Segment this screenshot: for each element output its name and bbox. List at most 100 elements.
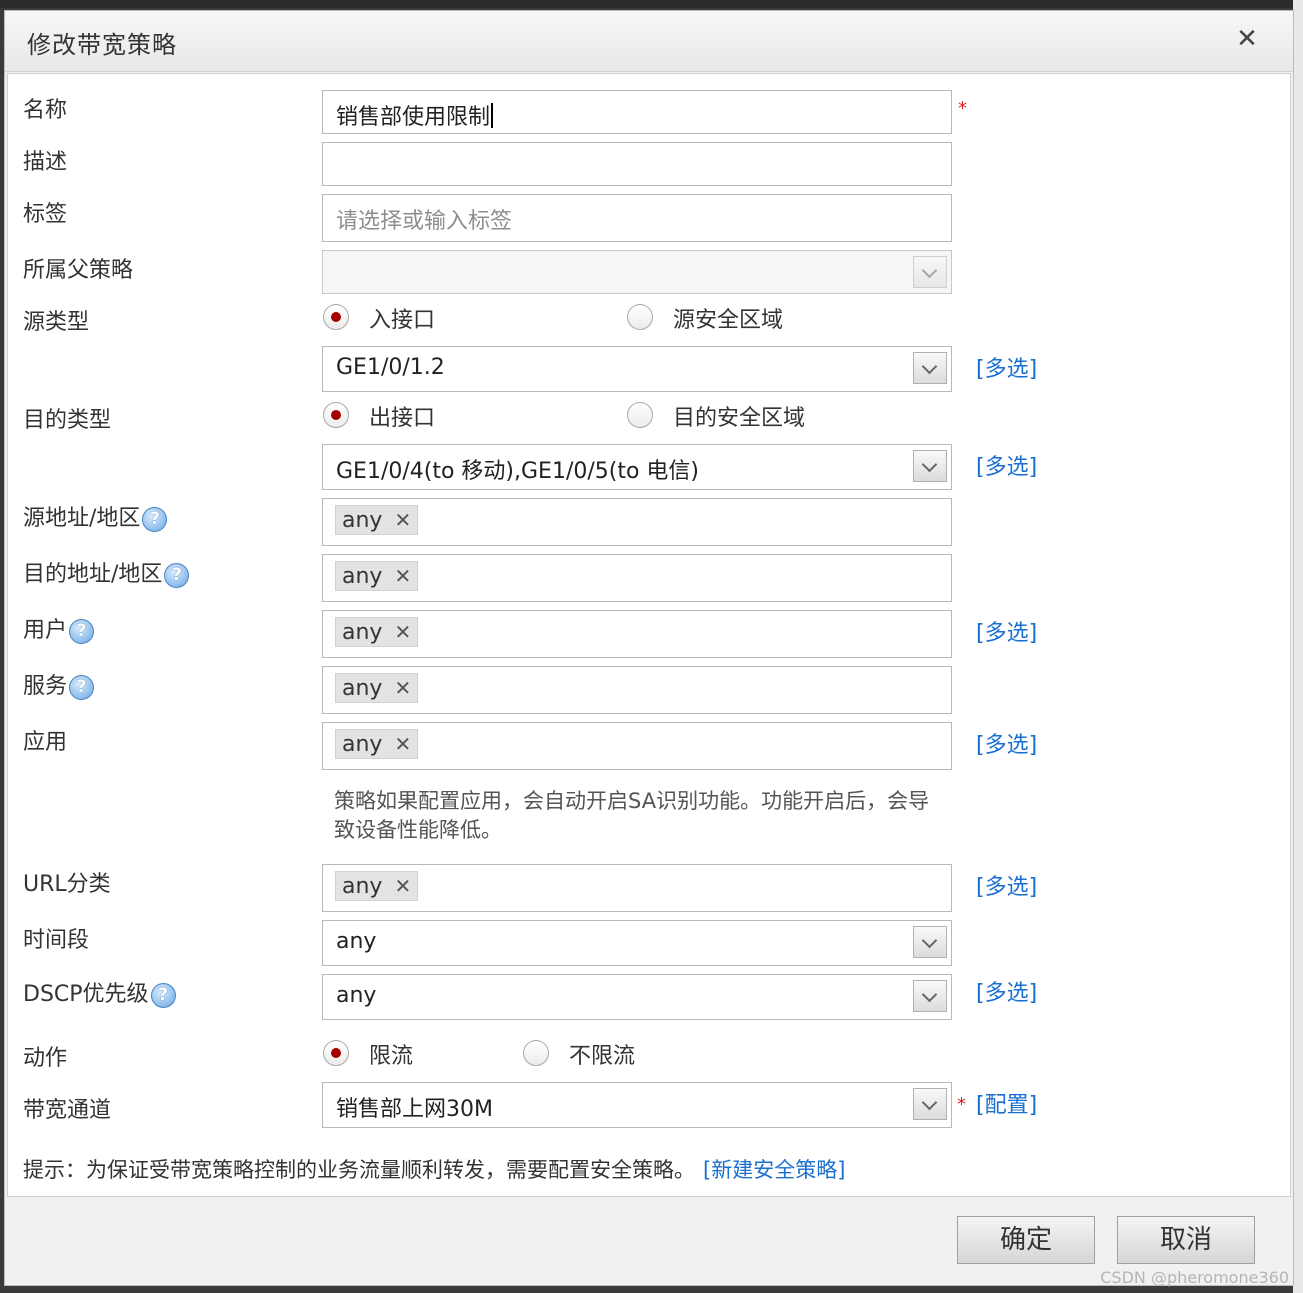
source-interface-value: GE1/0/1.2 xyxy=(336,355,445,380)
dialog-body: 名称 销售部使用限制 * 描述 标签 请选择或输入标签 所属父策略 源类型 入接… xyxy=(7,73,1291,1197)
name-input[interactable]: 销售部使用限制 xyxy=(322,90,952,134)
dest-interface-multiselect-link[interactable]: [多选] xyxy=(976,449,1037,481)
bandwidth-channel-select[interactable]: 销售部上网30M xyxy=(322,1082,952,1128)
source-address-label-text: 源地址/地区 xyxy=(23,506,141,531)
tag-text: any xyxy=(342,676,383,701)
close-icon[interactable]: ✕ xyxy=(1231,23,1263,55)
backdrop xyxy=(0,0,1303,8)
tag-text: any xyxy=(342,732,383,757)
dest-address-label: 目的地址/地区? xyxy=(23,556,190,588)
radio-no-limit-label: 不限流 xyxy=(569,1044,636,1069)
watermark: CSDN @pheromone360 xyxy=(1100,1268,1289,1287)
service-tag: any ✕ xyxy=(335,673,419,703)
help-icon[interactable]: ? xyxy=(142,506,168,532)
edit-bandwidth-policy-dialog: 修改带宽策略 ✕ 名称 销售部使用限制 * 描述 标签 请选择或输入标签 所属父… xyxy=(4,10,1294,1286)
radio-source-zone[interactable] xyxy=(627,304,653,330)
text-cursor xyxy=(491,103,494,128)
radio-inbound-interface[interactable] xyxy=(323,304,349,330)
description-input[interactable] xyxy=(322,142,952,186)
radio-dest-zone-label: 目的安全区域 xyxy=(673,406,806,431)
dscp-multiselect-link[interactable]: [多选] xyxy=(976,975,1037,1007)
dscp-label-text: DSCP优先级 xyxy=(23,982,149,1007)
user-label: 用户? xyxy=(23,612,95,644)
tags-placeholder: 请选择或输入标签 xyxy=(336,209,513,234)
chevron-down-icon[interactable] xyxy=(913,450,947,482)
remove-tag-icon[interactable]: ✕ xyxy=(394,872,411,900)
bandwidth-channel-value: 销售部上网30M xyxy=(336,1097,493,1122)
service-input[interactable]: any ✕ xyxy=(322,666,952,714)
time-range-label: 时间段 xyxy=(23,928,90,953)
source-address-input[interactable]: any ✕ xyxy=(322,498,952,546)
source-address-label: 源地址/地区? xyxy=(23,500,168,532)
tag-text: any xyxy=(342,620,383,645)
dest-interface-value: GE1/0/4(to 移动),GE1/0/5(to 电信) xyxy=(336,459,700,484)
application-input[interactable]: any ✕ xyxy=(322,722,952,770)
user-input[interactable]: any ✕ xyxy=(322,610,952,658)
radio-source-zone-label: 源安全区域 xyxy=(673,308,784,333)
dscp-select[interactable]: any xyxy=(322,974,952,1020)
time-range-select[interactable]: any xyxy=(322,920,952,966)
dest-address-label-text: 目的地址/地区 xyxy=(23,562,163,587)
radio-dest-zone[interactable] xyxy=(627,402,653,428)
name-label: 名称 xyxy=(23,98,68,123)
name-value: 销售部使用限制 xyxy=(336,105,491,130)
time-range-value: any xyxy=(336,929,377,954)
chevron-down-icon xyxy=(913,256,947,288)
remove-tag-icon[interactable]: ✕ xyxy=(394,674,411,702)
radio-no-limit[interactable] xyxy=(523,1040,549,1066)
parent-policy-label: 所属父策略 xyxy=(23,258,134,283)
security-policy-tip: 提示：为保证受带宽策略控制的业务流量顺利转发，需要配置安全策略。 [新建安全策略] xyxy=(23,1154,845,1184)
remove-tag-icon[interactable]: ✕ xyxy=(394,562,411,590)
dest-interface-select[interactable]: GE1/0/4(to 移动),GE1/0/5(to 电信) xyxy=(322,444,952,490)
ok-button[interactable]: 确定 xyxy=(957,1216,1095,1264)
radio-rate-limit-label: 限流 xyxy=(369,1044,414,1069)
user-tag: any ✕ xyxy=(335,617,419,647)
radio-rate-limit[interactable] xyxy=(323,1040,349,1066)
bandwidth-channel-label: 带宽通道 xyxy=(23,1098,112,1123)
application-multiselect-link[interactable]: [多选] xyxy=(976,727,1037,759)
bandwidth-channel-config-link[interactable]: [配置] xyxy=(976,1087,1037,1119)
application-tag: any ✕ xyxy=(335,729,419,759)
backdrop-right xyxy=(1293,0,1303,1293)
url-category-label: URL分类 xyxy=(23,872,111,897)
remove-tag-icon[interactable]: ✕ xyxy=(394,730,411,758)
dscp-value: any xyxy=(336,983,377,1008)
application-note: 策略如果配置应用，会自动开启SA识别功能。功能开启后，会导致设备性能降低。 xyxy=(334,789,930,842)
new-security-policy-link[interactable]: [新建安全策略] xyxy=(703,1158,845,1182)
user-multiselect-link[interactable]: [多选] xyxy=(976,615,1037,647)
application-label: 应用 xyxy=(23,730,68,755)
tag-text: any xyxy=(342,508,383,533)
tags-label: 标签 xyxy=(23,202,68,227)
dialog-title: 修改带宽策略 xyxy=(27,31,177,59)
dialog-titlebar: 修改带宽策略 ✕ xyxy=(5,11,1293,72)
help-icon[interactable]: ? xyxy=(164,562,190,588)
dscp-label: DSCP优先级? xyxy=(23,976,176,1008)
chevron-down-icon[interactable] xyxy=(913,1088,947,1120)
chevron-down-icon[interactable] xyxy=(913,926,947,958)
help-icon[interactable]: ? xyxy=(69,674,95,700)
dest-address-tag: any ✕ xyxy=(335,561,419,591)
user-label-text: 用户 xyxy=(23,618,68,643)
radio-outbound-interface-label: 出接口 xyxy=(369,406,436,431)
tag-text: any xyxy=(342,564,383,589)
chevron-down-icon[interactable] xyxy=(913,980,947,1012)
required-marker: * xyxy=(957,1094,966,1115)
help-icon[interactable]: ? xyxy=(69,618,95,644)
source-address-tag: any ✕ xyxy=(335,505,419,535)
dest-address-input[interactable]: any ✕ xyxy=(322,554,952,602)
help-icon[interactable]: ? xyxy=(150,982,176,1008)
url-category-input[interactable]: any ✕ xyxy=(322,864,952,912)
radio-outbound-interface[interactable] xyxy=(323,402,349,428)
remove-tag-icon[interactable]: ✕ xyxy=(394,506,411,534)
url-category-multiselect-link[interactable]: [多选] xyxy=(976,869,1037,901)
parent-policy-select xyxy=(322,250,952,294)
chevron-down-icon[interactable] xyxy=(913,352,947,384)
remove-tag-icon[interactable]: ✕ xyxy=(394,618,411,646)
cancel-button[interactable]: 取消 xyxy=(1117,1216,1255,1264)
source-interface-select[interactable]: GE1/0/1.2 xyxy=(322,346,952,392)
source-interface-multiselect-link[interactable]: [多选] xyxy=(976,351,1037,383)
tags-input[interactable]: 请选择或输入标签 xyxy=(322,194,952,242)
dest-type-label: 目的类型 xyxy=(23,408,112,433)
action-label: 动作 xyxy=(23,1046,68,1071)
tip-text: 提示：为保证受带宽策略控制的业务流量顺利转发，需要配置安全策略。 xyxy=(23,1158,695,1182)
